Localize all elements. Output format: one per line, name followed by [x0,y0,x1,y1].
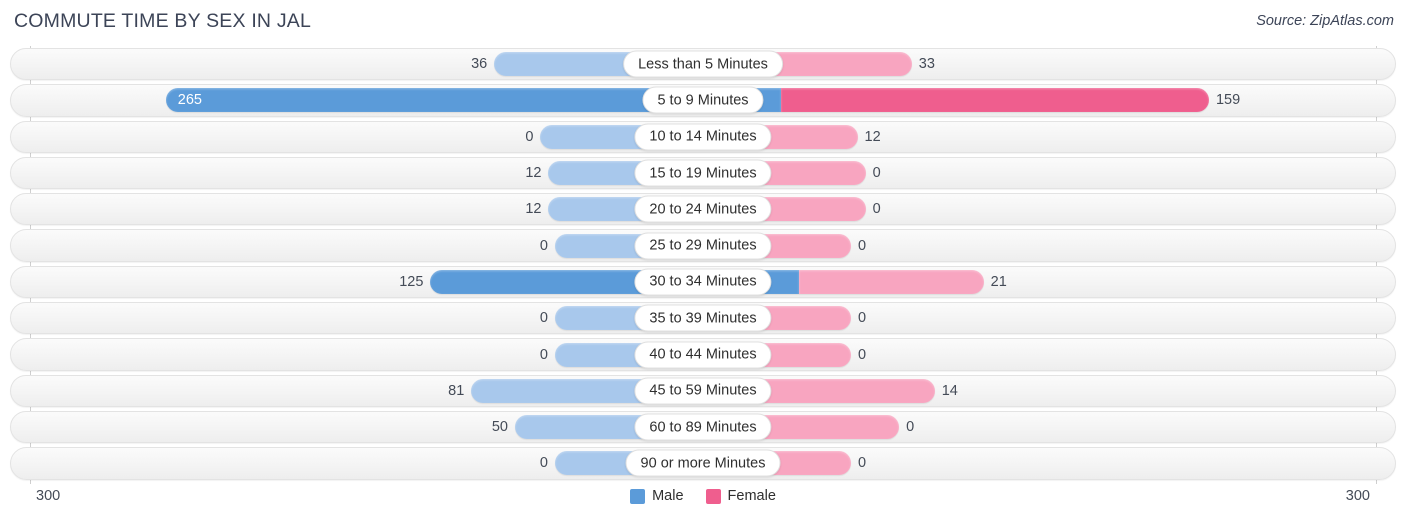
male-value-label: 36 [471,56,488,73]
category-label: 5 to 9 Minutes [642,86,764,114]
male-value-label: 81 [448,382,465,399]
chart-header: COMMUTE TIME BY SEX IN JAL Source: ZipAt… [0,0,1406,44]
male-value-label: 265 [177,92,202,109]
bar-row: 125 21 30 to 34 Minutes [0,264,1406,300]
female-bar[interactable] [751,415,900,440]
category-label: Less than 5 Minutes [623,50,783,78]
bar-row: 0 0 35 to 39 Minutes [0,300,1406,336]
bar-row: 0 0 40 to 44 Minutes [0,336,1406,372]
female-value-label: 0 [906,419,915,436]
male-value-label: 0 [539,455,548,472]
female-bar[interactable] [762,378,935,403]
bar-row: 36 33 Less than 5 Minutes [0,46,1406,82]
female-value-label: 0 [872,165,881,182]
bar-row: 0 12 10 to 14 Minutes [0,119,1406,155]
bar-row: 81 14 45 to 59 Minutes [0,373,1406,409]
female-half: 21 [798,269,1007,294]
male-value-label: 50 [491,419,508,436]
female-value-label: 0 [858,237,867,254]
female-bar[interactable] [780,88,1209,113]
female-value-label: 21 [990,273,1007,290]
female-value-label: 159 [1215,92,1241,109]
bar-rows: 36 33 Less than 5 Minutes 265 159 5 to 9 Minu… [0,46,1406,482]
male-value-label: 0 [539,346,548,363]
female-value-label: 0 [858,455,867,472]
category-label: 15 to 19 Minutes [634,159,772,187]
category-label: 45 to 59 Minutes [634,377,772,405]
male-value-label: 12 [525,201,542,218]
female-value-label: 33 [918,56,935,73]
bar-row: 0 0 90 or more Minutes [0,445,1406,481]
chart-legend: Male Female [0,488,1406,504]
category-label: 10 to 14 Minutes [634,123,772,151]
category-label: 60 to 89 Minutes [634,413,772,441]
legend-label: Female [727,488,776,504]
male-value-label: 0 [539,237,548,254]
chart-root: COMMUTE TIME BY SEX IN JAL Source: ZipAt… [0,0,1406,522]
female-half: 159 [780,88,1241,113]
legend-label: Male [652,488,684,504]
category-label: 35 to 39 Minutes [634,304,772,332]
legend-item[interactable]: Male [630,488,684,504]
category-label: 25 to 29 Minutes [634,232,772,260]
female-half: 14 [762,378,958,403]
female-value-label: 0 [858,346,867,363]
bar-row: 0 0 25 to 29 Minutes [0,227,1406,263]
female-value-label: 14 [941,382,958,399]
category-label: 90 or more Minutes [625,449,781,477]
legend-item[interactable]: Female [705,488,776,504]
source-attribution: Source: ZipAtlas.com [1256,13,1394,29]
female-bar[interactable] [798,269,984,294]
page-title: COMMUTE TIME BY SEX IN JAL [14,10,312,32]
female-value-label: 12 [864,128,881,145]
male-value-label: 12 [525,165,542,182]
male-value-label: 0 [525,128,534,145]
female-half: 0 [751,415,915,440]
female-value-label: 0 [872,201,881,218]
category-label: 40 to 44 Minutes [634,341,772,369]
male-value-label: 125 [399,273,424,290]
bar-row: 265 159 5 to 9 Minutes [0,82,1406,118]
male-value-label: 0 [539,310,548,327]
bar-row: 12 0 15 to 19 Minutes [0,155,1406,191]
category-label: 30 to 34 Minutes [634,268,772,296]
legend-swatch-icon [630,488,646,504]
female-value-label: 0 [858,310,867,327]
bar-row: 50 0 60 to 89 Minutes [0,409,1406,445]
plot-area: 36 33 Less than 5 Minutes 265 159 5 to 9 Minu… [0,46,1406,484]
category-label: 20 to 24 Minutes [634,195,772,223]
chart-footer: 300 300 Male Female [0,484,1406,522]
legend-swatch-icon [705,488,721,504]
bar-row: 12 0 20 to 24 Minutes [0,191,1406,227]
